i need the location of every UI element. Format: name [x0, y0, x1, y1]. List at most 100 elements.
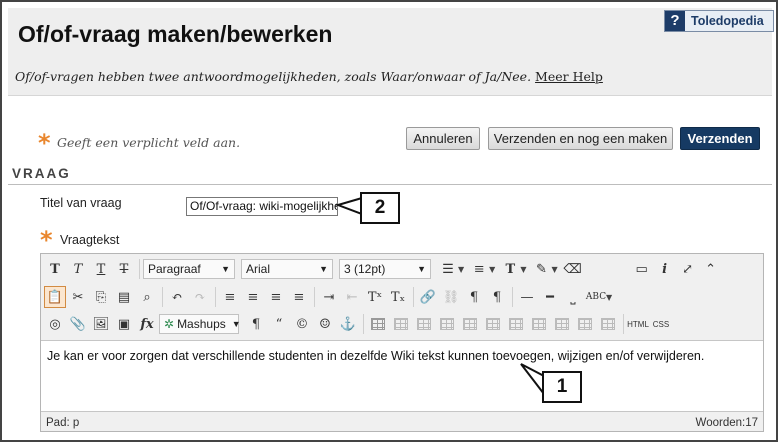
toolbar-separator [314, 287, 315, 307]
chevron-down-icon[interactable]: ▼ [489, 265, 495, 274]
question-title-input[interactable]: Of/Of-vraag: wiki-mogelijkhe [186, 197, 338, 216]
section-title: VRAAG [12, 166, 71, 181]
paste-text-icon[interactable]: 📋 [44, 286, 66, 308]
mashups-select[interactable]: ✲ Mashups ▼ [159, 314, 241, 334]
required-note: Geeft een verplicht veld aan. [57, 135, 241, 150]
align-center-icon[interactable]: ≡ [242, 286, 264, 308]
chevron-down-icon[interactable]: ▼ [606, 293, 612, 302]
preview-icon[interactable]: ▭ [631, 258, 653, 280]
editor-path: Pad: p [46, 417, 79, 429]
split-cells-icon[interactable] [574, 313, 596, 335]
toolbar-separator [413, 287, 414, 307]
html-source-button[interactable]: HTML [627, 313, 649, 335]
chevron-down-icon[interactable]: ▼ [551, 265, 557, 274]
insert-media-icon[interactable]: ▣ [113, 313, 135, 335]
path-label: Pad: [46, 416, 70, 429]
unlink-icon[interactable]: ⛓ [440, 286, 462, 308]
emoticon-icon[interactable]: ☺ [314, 313, 336, 335]
collapse-icon[interactable]: ⌃ [700, 258, 722, 280]
insert-link-target-icon[interactable]: ◎ [44, 313, 66, 335]
text-color-icon[interactable]: T [499, 258, 521, 280]
indent-icon[interactable]: ⇥ [318, 286, 340, 308]
thick-line-icon[interactable]: ━ [539, 286, 561, 308]
blockquote-icon[interactable]: “ [268, 313, 290, 335]
copy-icon[interactable]: ⎘ [90, 286, 112, 308]
path-value: p [72, 416, 80, 429]
table-row-props-icon[interactable] [390, 313, 412, 335]
paragraph-format-value: Paragraaf [148, 262, 201, 276]
table-cell-props-icon[interactable] [413, 313, 435, 335]
help-question-icon: ? [665, 11, 685, 31]
merge-cells-icon[interactable] [597, 313, 619, 335]
paste-icon[interactable]: ▤ [113, 286, 135, 308]
insert-table-icon[interactable] [367, 313, 389, 335]
toolbar-row-1: T T T T Paragraaf ▼ Arial ▼ 3 (12pt) ▼ ☰ ▼ ≡… [44, 256, 723, 282]
chevron-down-icon[interactable]: ▼ [458, 265, 464, 274]
toolbar-row-2: 📋 ✂ ⎘ ▤ ⌕ ↶ ↷ ≡ ≡ ≡ ≡ ⇥ ⇤ Tˣ Tₓ 🔗 ⛓ ¶ ¶ … [44, 284, 616, 310]
toledopedia-button[interactable]: ? Toledopedia [664, 10, 774, 32]
align-left-icon[interactable]: ≡ [219, 286, 241, 308]
numbered-list-icon[interactable]: ≡ [468, 258, 490, 280]
cut-icon[interactable]: ✂ [67, 286, 89, 308]
insert-row-before-icon[interactable] [436, 313, 458, 335]
insert-col-before-icon[interactable] [505, 313, 527, 335]
window-frame: Of/of-vraag maken/bewerken Of/of-vragen … [0, 0, 778, 442]
outdent-icon[interactable]: ⇤ [341, 286, 363, 308]
info-icon[interactable]: i [654, 258, 676, 280]
word-count-label: Woorden: [695, 416, 746, 429]
superscript-icon[interactable]: Tˣ [364, 286, 386, 308]
ltr-direction-icon[interactable]: ¶ [463, 286, 485, 308]
find-icon[interactable]: ⌕ [136, 286, 158, 308]
align-justify-icon[interactable]: ≡ [288, 286, 310, 308]
copyright-icon[interactable]: © [291, 313, 313, 335]
page-title: Of/of-vraag maken/bewerken [18, 21, 333, 47]
subscript-icon[interactable]: Tₓ [387, 286, 409, 308]
paragraph-mark-icon[interactable]: ¶ [245, 313, 267, 335]
toolbar-separator [139, 259, 140, 279]
undo-icon[interactable]: ↶ [166, 286, 188, 308]
delete-col-icon[interactable] [551, 313, 573, 335]
nonbreaking-space-icon[interactable]: ⎵ [562, 286, 584, 308]
font-size-select[interactable]: 3 (12pt) ▼ [339, 259, 431, 279]
paragraph-format-select[interactable]: Paragraaf ▼ [143, 259, 235, 279]
insert-col-after-icon[interactable] [528, 313, 550, 335]
help-link[interactable]: Meer Help [535, 69, 603, 84]
text-style-strikethrough-icon[interactable]: T [113, 258, 135, 280]
insert-row-after-icon[interactable] [459, 313, 481, 335]
spellcheck-icon[interactable]: ABC [585, 286, 607, 308]
submit-and-new-button[interactable]: Verzenden en nog een maken [488, 127, 673, 150]
align-right-icon[interactable]: ≡ [265, 286, 287, 308]
equation-icon[interactable]: fx [136, 313, 158, 335]
eraser-icon[interactable]: ⌫ [562, 258, 584, 280]
editor-content-text: Je kan er voor zorgen dat verschillende … [47, 349, 705, 363]
word-count: Woorden:17 [696, 417, 758, 429]
css-button[interactable]: CSS [650, 313, 672, 335]
fullscreen-icon[interactable]: ⤢ [677, 258, 699, 280]
text-style-underline-icon[interactable]: T [90, 258, 112, 280]
toolbar-separator [215, 287, 216, 307]
submit-button[interactable]: Verzenden [680, 127, 760, 150]
delete-row-icon[interactable] [482, 313, 504, 335]
highlight-icon[interactable]: ✎ [530, 258, 552, 280]
chevron-down-icon: ▼ [221, 264, 230, 274]
horizontal-line-icon[interactable]: — [516, 286, 538, 308]
anchor-icon[interactable]: ⚓ [337, 313, 359, 335]
editor-content-area[interactable]: Je kan er voor zorgen dat verschillende … [41, 340, 763, 412]
font-family-select[interactable]: Arial ▼ [241, 259, 333, 279]
rtl-direction-icon[interactable]: ¶ [486, 286, 508, 308]
editor-status-bar: Pad: p Woorden:17 [41, 413, 763, 432]
toolbar-row-3: ◎ 📎 🖼 ▣ fx ✲ Mashups ▼ ¶ “ © ☺ ⚓ HTML CS… [44, 311, 673, 337]
page-subtitle: Of/of-vragen hebben twee antwoordmogelij… [15, 69, 603, 84]
bullet-list-icon[interactable]: ☰ [437, 258, 459, 280]
redo-icon[interactable]: ↷ [189, 286, 211, 308]
cancel-button[interactable]: Annuleren [406, 127, 480, 150]
question-text-label: Vraagtekst [60, 233, 120, 247]
toolbar-separator [623, 314, 624, 334]
chevron-down-icon[interactable]: ▼ [520, 265, 526, 274]
link-icon[interactable]: 🔗 [417, 286, 439, 308]
attach-file-icon[interactable]: 📎 [67, 313, 89, 335]
required-star-icon: * [38, 129, 51, 157]
text-style-bold-icon[interactable]: T [44, 258, 66, 280]
text-style-italic-icon[interactable]: T [67, 258, 89, 280]
insert-image-icon[interactable]: 🖼 [90, 313, 112, 335]
